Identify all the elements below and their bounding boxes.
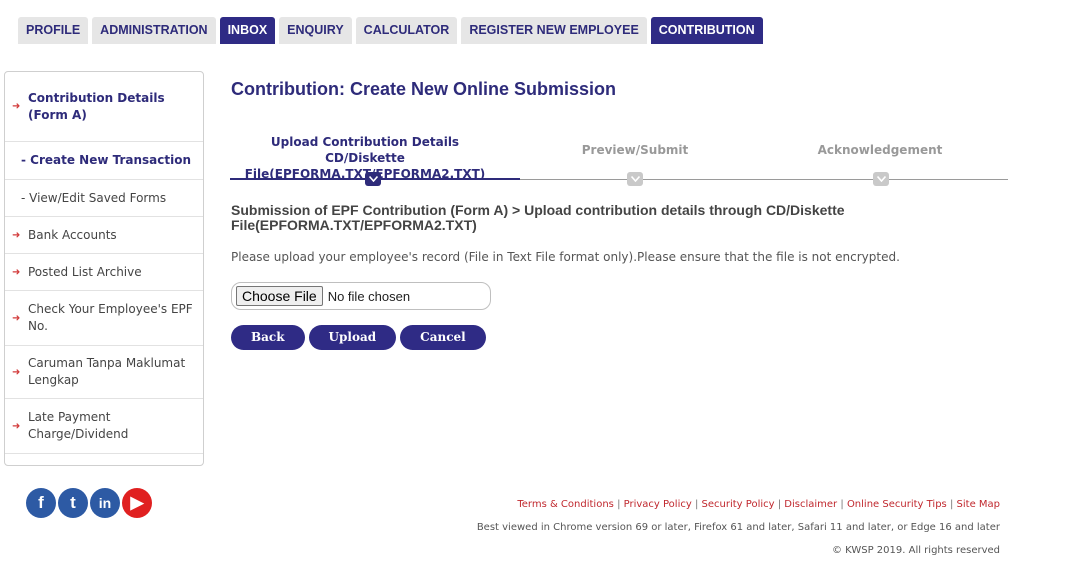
terms-link[interactable]: Terms & Conditions — [517, 499, 614, 510]
chevron-right-icon: ➜ — [12, 312, 21, 324]
step-1-marker-icon — [365, 172, 381, 186]
online-security-tips-link[interactable]: Online Security Tips — [847, 499, 947, 510]
linkedin-icon[interactable]: in — [90, 488, 120, 518]
footer-separator: | — [949, 499, 954, 510]
sidebar-item-label: Check Your Employee's EPF No. — [28, 302, 193, 333]
sidebar-item-posted-list-archive[interactable]: ➜ Posted List Archive — [5, 254, 203, 291]
action-buttons: Back Upload Cancel — [231, 325, 486, 350]
browser-note: Best viewed in Chrome version 69 or late… — [476, 522, 1000, 533]
sidebar-item-label: Late Payment Charge/Dividend — [28, 410, 129, 441]
step-preview-label: Preview/Submit — [581, 143, 689, 157]
sidebar-item-late-payment-charge[interactable]: ➜ Late Payment Charge/Dividend — [5, 399, 203, 454]
sidebar-item-contribution-details[interactable]: ➜ Contribution Details (Form A) — [5, 72, 203, 142]
footer-links: Terms & Conditions | Privacy Policy | Se… — [517, 499, 1000, 510]
tab-inbox[interactable]: INBOX — [219, 17, 276, 44]
sidebar: ➜ Contribution Details (Form A) - Create… — [4, 71, 204, 466]
twitter-icon[interactable]: t — [58, 488, 88, 518]
sidebar-item-caruman-tanpa-maklumat[interactable]: ➜ Caruman Tanpa Maklumat Lengkap — [5, 346, 203, 399]
disclaimer-link[interactable]: Disclaimer — [784, 499, 837, 510]
top-nav-tabs: PROFILE ADMINISTRATION INBOX ENQUIRY CAL… — [18, 17, 767, 44]
footer-separator: | — [777, 499, 782, 510]
youtube-icon[interactable]: ▶ — [122, 488, 152, 518]
step-3-marker-icon — [873, 172, 889, 186]
sidebar-item-bank-accounts[interactable]: ➜ Bank Accounts — [5, 217, 203, 254]
sidebar-item-label: - Create New Transaction — [21, 153, 192, 167]
tab-register-new-employee[interactable]: REGISTER NEW EMPLOYEE — [461, 17, 647, 44]
back-button[interactable]: Back — [231, 325, 305, 350]
tab-profile[interactable]: PROFILE — [18, 17, 89, 44]
page-title: Contribution: Create New Online Submissi… — [231, 79, 617, 99]
footer-separator: | — [840, 499, 844, 510]
facebook-icon[interactable]: f — [26, 488, 56, 518]
sidebar-item-label: Contribution Details (Form A) — [28, 90, 165, 122]
footer-separator: | — [617, 499, 621, 510]
step-2-marker-icon — [627, 172, 643, 186]
sidebar-item-label: Caruman Tanpa Maklumat Lengkap — [28, 356, 186, 387]
step-line — [520, 179, 1008, 180]
site-map-link[interactable]: Site Map — [957, 499, 1000, 510]
section-subtitle: Submission of EPF Contribution (Form A) … — [231, 202, 845, 233]
tab-calculator[interactable]: CALCULATOR — [355, 17, 458, 44]
social-links: f t in ▶ — [26, 488, 152, 518]
file-upload-field: Choose File No file chosen — [231, 282, 491, 310]
sidebar-item-label: Bank Accounts — [28, 227, 117, 242]
sidebar-item-view-edit-saved-forms[interactable]: - View/Edit Saved Forms — [5, 180, 203, 217]
tab-enquiry[interactable]: ENQUIRY — [279, 17, 352, 44]
chevron-right-icon: ➜ — [12, 266, 21, 278]
upload-instruction: Please upload your employee's record (Fi… — [231, 250, 900, 264]
sidebar-item-label: Posted List Archive — [28, 264, 142, 279]
privacy-policy-link[interactable]: Privacy Policy — [624, 499, 692, 510]
sidebar-item-check-employee-epf[interactable]: ➜ Check Your Employee's EPF No. — [5, 291, 203, 346]
step-acknowledgement-label: Acknowledgement — [817, 143, 943, 157]
upload-button[interactable]: Upload — [308, 325, 397, 350]
chevron-right-icon: ➜ — [12, 366, 21, 378]
choose-file-button[interactable]: Choose File — [236, 286, 323, 306]
cancel-button[interactable]: Cancel — [400, 325, 486, 350]
security-policy-link[interactable]: Security Policy — [702, 499, 775, 510]
tab-contribution[interactable]: CONTRIBUTION — [650, 17, 763, 44]
copyright: © KWSP 2019. All rights reserved — [831, 545, 1000, 556]
chevron-right-icon: ➜ — [12, 420, 21, 432]
sidebar-item-create-new-transaction[interactable]: - Create New Transaction — [5, 142, 203, 180]
file-status-text: No file chosen — [327, 288, 411, 304]
chevron-right-icon: ➜ — [12, 101, 21, 112]
sidebar-item-label: - View/Edit Saved Forms — [21, 190, 167, 205]
chevron-right-icon: ➜ — [12, 229, 21, 241]
footer-separator: | — [694, 499, 699, 510]
tab-administration[interactable]: ADMINISTRATION — [92, 17, 216, 44]
progress-steps: Upload Contribution Details CD/Diskette … — [230, 134, 1008, 190]
